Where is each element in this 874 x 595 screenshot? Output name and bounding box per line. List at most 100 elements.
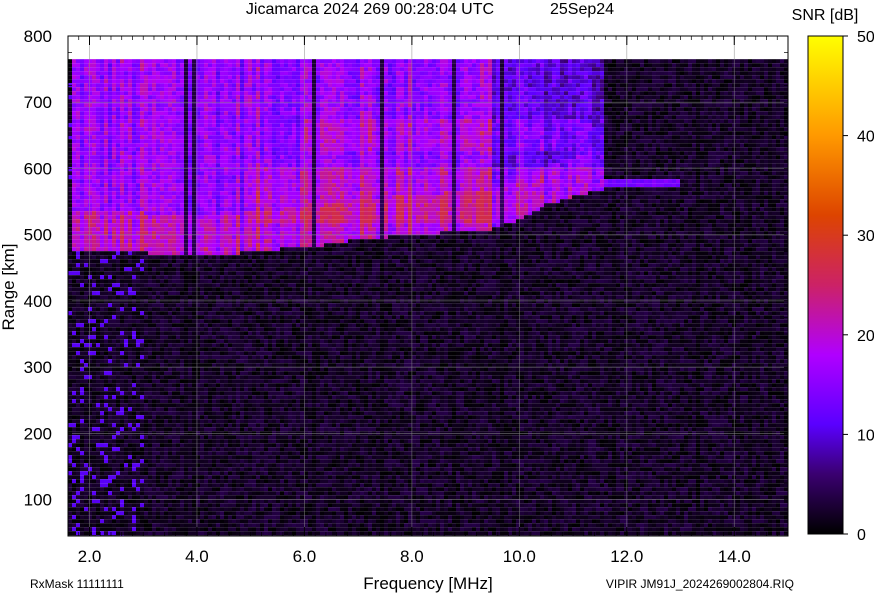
heatmap-cell: [188, 363, 192, 367]
heatmap-cell: [112, 63, 116, 67]
heatmap-cell: [136, 247, 140, 251]
heatmap-cell: [120, 523, 124, 527]
heatmap-cell: [196, 367, 200, 371]
heatmap-cell: [68, 367, 72, 371]
heatmap-cell: [228, 103, 232, 107]
heatmap-cell: [196, 175, 200, 179]
heatmap-cell: [108, 351, 112, 355]
heatmap-cell: [180, 503, 184, 507]
heatmap-cell: [216, 339, 220, 343]
heatmap-cell: [196, 111, 200, 115]
heatmap-cell: [132, 151, 136, 155]
heatmap-cell: [128, 307, 132, 311]
heatmap-cell: [92, 87, 96, 91]
heatmap-cell: [140, 411, 144, 415]
heatmap-cell: [220, 159, 224, 163]
heatmap-cell: [68, 339, 72, 343]
heatmap-cell: [144, 447, 148, 451]
heatmap-cell: [208, 215, 212, 219]
heatmap-cell: [168, 455, 172, 459]
heatmap-cell: [184, 287, 188, 291]
heatmap-cell: [136, 315, 140, 319]
heatmap-cell: [124, 127, 128, 131]
heatmap-cell: [144, 503, 148, 507]
heatmap-cell: [204, 391, 208, 395]
heatmap-cell: [224, 311, 228, 315]
heatmap-cell: [140, 495, 144, 499]
heatmap-cell: [172, 507, 176, 511]
heatmap-cell: [176, 267, 180, 271]
heatmap-cell: [180, 283, 184, 287]
heatmap-cell: [188, 415, 192, 419]
heatmap-cell: [192, 455, 196, 459]
heatmap-cell: [140, 183, 144, 187]
heatmap-cell: [112, 71, 116, 75]
heatmap-cell: [144, 495, 148, 499]
heatmap-cell: [144, 375, 148, 379]
heatmap-cell: [188, 503, 192, 507]
heatmap-cell: [120, 203, 124, 207]
heatmap-cell: [100, 403, 104, 407]
heatmap-cell: [228, 523, 232, 527]
heatmap-cell: [180, 207, 184, 211]
heatmap-cell: [148, 507, 152, 511]
heatmap-cell: [100, 107, 104, 111]
heatmap-cell: [212, 495, 216, 499]
heatmap-cell: [212, 235, 216, 239]
heatmap-cell: [196, 151, 200, 155]
heatmap-cell: [200, 291, 204, 295]
heatmap-cell: [180, 263, 184, 267]
heatmap-cell: [100, 303, 104, 307]
heatmap-cell: [92, 159, 96, 163]
heatmap-cell: [168, 403, 172, 407]
heatmap-cell: [80, 255, 84, 259]
heatmap-cell: [100, 307, 104, 311]
heatmap-cell: [112, 415, 116, 419]
heatmap-cell: [188, 143, 192, 147]
heatmap-cell: [72, 411, 76, 415]
heatmap-cell: [116, 383, 120, 387]
heatmap-cell: [104, 391, 108, 395]
heatmap-cell: [132, 327, 136, 331]
heatmap-cell: [76, 87, 80, 91]
heatmap-cell: [160, 111, 164, 115]
heatmap-cell: [88, 75, 92, 79]
heatmap-cell: [204, 351, 208, 355]
heatmap-cell: [212, 199, 216, 203]
heatmap-cell: [96, 163, 100, 167]
heatmap-cell: [188, 251, 192, 255]
heatmap-cell: [108, 79, 112, 83]
heatmap-cell: [128, 463, 132, 467]
heatmap-cell: [140, 527, 144, 531]
heatmap-cell: [224, 331, 228, 335]
heatmap-cell: [160, 383, 164, 387]
heatmap-cell: [120, 391, 124, 395]
heatmap-cell: [184, 503, 188, 507]
heatmap-cell: [188, 511, 192, 515]
heatmap-cell: [144, 295, 148, 299]
heatmap-cell: [156, 407, 160, 411]
heatmap-cell: [216, 411, 220, 415]
heatmap-cell: [180, 407, 184, 411]
heatmap-cell: [76, 67, 80, 71]
heatmap-cell: [104, 71, 108, 75]
heatmap-cell: [96, 147, 100, 151]
heatmap-cell: [96, 203, 100, 207]
heatmap-cell: [188, 351, 192, 355]
heatmap-cell: [116, 211, 120, 215]
heatmap-cell: [188, 211, 192, 215]
heatmap-cell: [156, 423, 160, 427]
heatmap-cell: [84, 355, 88, 359]
heatmap-cell: [88, 339, 92, 343]
heatmap-cell: [136, 515, 140, 519]
heatmap-cell: [192, 447, 196, 451]
heatmap-cell: [124, 195, 128, 199]
heatmap-cell: [116, 343, 120, 347]
heatmap-cell: [156, 291, 160, 295]
heatmap-cell: [148, 487, 152, 491]
heatmap-cell: [172, 387, 176, 391]
heatmap-cell: [124, 103, 128, 107]
heatmap-cell: [188, 427, 192, 431]
heatmap-cell: [208, 419, 212, 423]
heatmap-cell: [204, 447, 208, 451]
